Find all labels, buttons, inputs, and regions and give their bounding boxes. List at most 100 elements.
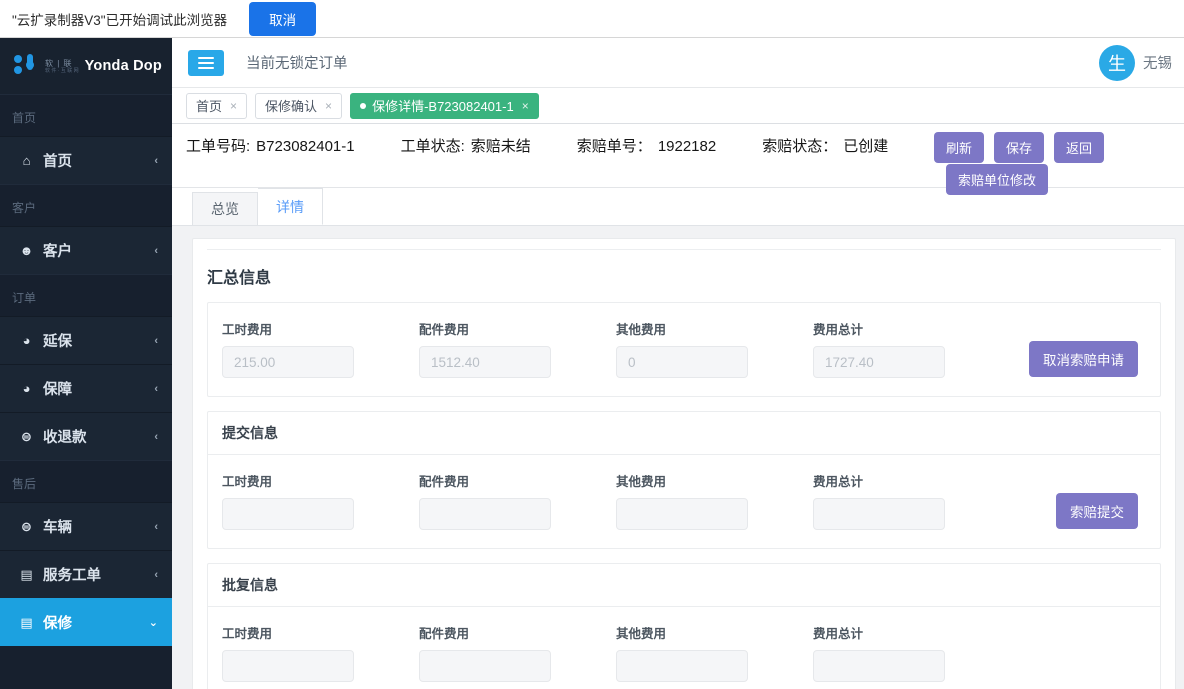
close-icon[interactable]: ×: [325, 99, 332, 113]
info-field-value: B723082401-1: [256, 138, 355, 155]
avatar[interactable]: 生: [1099, 44, 1135, 81]
chevron-left-icon: ‹: [154, 244, 158, 257]
nav-group-label-首页: 首页: [0, 95, 172, 136]
fee-input-配件费用[interactable]: [419, 346, 551, 378]
fee-field-label: 费用总计: [813, 475, 864, 489]
sidebar-logo[interactable]: 软 | 联 软 件 · 互 联 网 Yonda Dop: [0, 38, 172, 94]
section-panel-批复信息: 批复信息 工时费用 配件费用 其他费用 费用总计: [207, 563, 1161, 689]
info-button-返回[interactable]: 返回: [1054, 132, 1105, 163]
fee-field-其他费用: 其他费用: [616, 471, 813, 530]
info-field-1: 工单号码: B723082401-1: [186, 135, 355, 156]
info-field-label: 索赔状态：: [762, 138, 838, 155]
section-body: 工时费用 配件费用 其他费用 费用总计 索赔提交: [208, 455, 1160, 548]
section-header-批复信息: 批复信息: [208, 564, 1160, 607]
info-button-保存[interactable]: 保存: [994, 132, 1045, 163]
devtools-message: "云扩录制器V3"已开始调试此浏览器: [12, 12, 228, 28]
fee-field-配件费用: 配件费用: [419, 623, 616, 682]
fee-field-row: 工时费用 配件费用 其他费用 费用总计取消索赔申请: [222, 319, 1146, 378]
logo-chinese-mark: 软 | 联 软 件 · 互 联 网: [45, 58, 79, 74]
fee-field-label: 配件费用: [419, 475, 470, 489]
fee-input-配件费用[interactable]: [419, 498, 551, 530]
sections-container: 汇总信息工时费用配件费用其他费用费用总计取消索赔申请提交信息工时费用配件费用其他…: [193, 250, 1175, 689]
sidebar-item-服务工单[interactable]: ▤ 服务工单 ‹: [0, 550, 172, 598]
fee-field-配件费用: 配件费用: [419, 319, 616, 378]
fee-field-label: 费用总计: [813, 323, 864, 337]
fee-input-费用总计[interactable]: [813, 346, 945, 378]
claim-unit-edit-button[interactable]: 索赔单位修改: [946, 164, 1049, 195]
fee-field-费用总计: 费用总计: [813, 319, 1010, 378]
content-scroll-area[interactable]: 汇总信息工时费用配件费用其他费用费用总计取消索赔申请提交信息工时费用配件费用其他…: [172, 226, 1184, 689]
page-tab-3[interactable]: 保修详情-B723082401-1 ×: [350, 92, 539, 119]
info-field-2: 工单状态: 索赔未结: [401, 135, 531, 156]
chevron-left-icon: ‹: [154, 154, 158, 167]
page-tab-label: 保修详情-B723082401-1: [372, 99, 514, 114]
fee-input-其他费用[interactable]: [616, 346, 748, 378]
chevron-left-icon: ‹: [154, 520, 158, 533]
fee-field-label: 其他费用: [616, 475, 667, 489]
money-icon: ⊜: [21, 428, 32, 444]
info-field-value: 已创建: [843, 138, 889, 155]
info-button-刷新[interactable]: 刷新: [934, 132, 985, 163]
order-info-fields: 工单号码: B723082401-1 工单状态: 索赔未结 索赔单号： 1922182 索赔…: [186, 124, 888, 156]
fee-input-工时费用[interactable]: [222, 346, 354, 378]
info-field-value: 索赔未结: [470, 138, 531, 155]
page-tab-label: 首页: [196, 99, 223, 114]
page-tab-label: 保修确认: [265, 99, 318, 114]
info-field-3: 索赔单号： 1922182: [577, 135, 716, 156]
fee-input-工时费用[interactable]: [222, 650, 354, 682]
fee-field-费用总计: 费用总计: [813, 471, 1010, 530]
devtools-cancel-button[interactable]: 取消: [249, 1, 317, 36]
sidebar-item-客户[interactable]: ☻ 客户 ‹: [0, 226, 172, 274]
fee-input-配件费用[interactable]: [419, 650, 551, 682]
user-area[interactable]: 生 无锡: [1099, 44, 1172, 81]
section-body: 工时费用 配件费用 其他费用 费用总计: [208, 607, 1160, 689]
action-button-取消索赔申请[interactable]: 取消索赔申请: [1029, 341, 1138, 377]
sidebar-item-label: 首页: [43, 154, 72, 170]
clipboard-icon: ▤: [20, 614, 33, 630]
fee-field-label: 其他费用: [616, 627, 667, 641]
fee-input-工时费用[interactable]: [222, 498, 354, 530]
sidebar-item-label: 保障: [43, 382, 72, 398]
fee-field-label: 其他费用: [616, 323, 667, 337]
sidebar-item-延保[interactable]: ◕ 延保 ‹: [0, 316, 172, 364]
sidebar-item-收退款[interactable]: ⊜ 收退款 ‹: [0, 412, 172, 460]
close-icon[interactable]: ×: [230, 99, 237, 113]
fee-field-label: 配件费用: [419, 323, 470, 337]
sidebar-item-label: 服务工单: [43, 568, 101, 584]
order-info-bar: 工单号码: B723082401-1 工单状态: 索赔未结 索赔单号： 1922182 索赔…: [172, 124, 1184, 195]
action-button-索赔提交[interactable]: 索赔提交: [1056, 493, 1138, 529]
hamburger-icon[interactable]: [188, 49, 224, 76]
sidebar-item-label: 车辆: [43, 520, 72, 536]
page-tab-1[interactable]: 首页 ×: [186, 92, 248, 119]
fee-field-其他费用: 其他费用: [616, 319, 813, 378]
sidebar-item-label: 延保: [43, 334, 72, 350]
fee-input-费用总计[interactable]: [813, 498, 945, 530]
fee-field-其他费用: 其他费用: [616, 623, 813, 682]
close-icon[interactable]: ×: [522, 99, 529, 113]
yonda-logo-icon: [14, 53, 40, 79]
top-bar: 当前无锁定订单 生 无锡: [172, 38, 1184, 88]
section-panel-汇总信息: 工时费用 配件费用 其他费用 费用总计取消索赔申请: [207, 302, 1161, 397]
fee-input-费用总计[interactable]: [813, 650, 945, 682]
content-tab-总览[interactable]: 总览: [192, 192, 258, 225]
page-tab-2[interactable]: 保修确认 ×: [255, 92, 343, 119]
sidebar-item-车辆[interactable]: ⊜ 车辆 ‹: [0, 502, 172, 550]
sidebar-item-保障[interactable]: ◕ 保障 ‹: [0, 364, 172, 412]
fee-field-label: 配件费用: [419, 627, 470, 641]
fee-input-其他费用[interactable]: [616, 498, 748, 530]
sidebar-item-首页[interactable]: ⌂ 首页 ‹: [0, 136, 172, 184]
fee-field-row: 工时费用 配件费用 其他费用 费用总计 索赔提交: [222, 471, 1146, 530]
chevron-left-icon: ‹: [154, 430, 158, 443]
sidebar-item-label: 收退款: [43, 430, 87, 446]
section-action-wrap: 取消索赔申请: [1029, 341, 1146, 378]
section-action-wrap: 索赔提交: [1056, 493, 1146, 530]
nav-group-label-客户: 客户: [0, 185, 172, 226]
home-icon: ⌂: [22, 153, 31, 168]
fee-field-label: 工时费用: [222, 323, 273, 337]
sidebar-item-保修[interactable]: ▤ 保修 ⌄: [0, 598, 172, 646]
content-tab-详情[interactable]: 详情: [258, 188, 323, 225]
fee-input-其他费用[interactable]: [616, 650, 748, 682]
info-field-label: 工单号码:: [186, 138, 251, 155]
page-tab-strip: 首页 × 保修确认 × 保修详情-B723082401-1 ×: [172, 88, 1184, 124]
fee-field-label: 费用总计: [813, 627, 864, 641]
